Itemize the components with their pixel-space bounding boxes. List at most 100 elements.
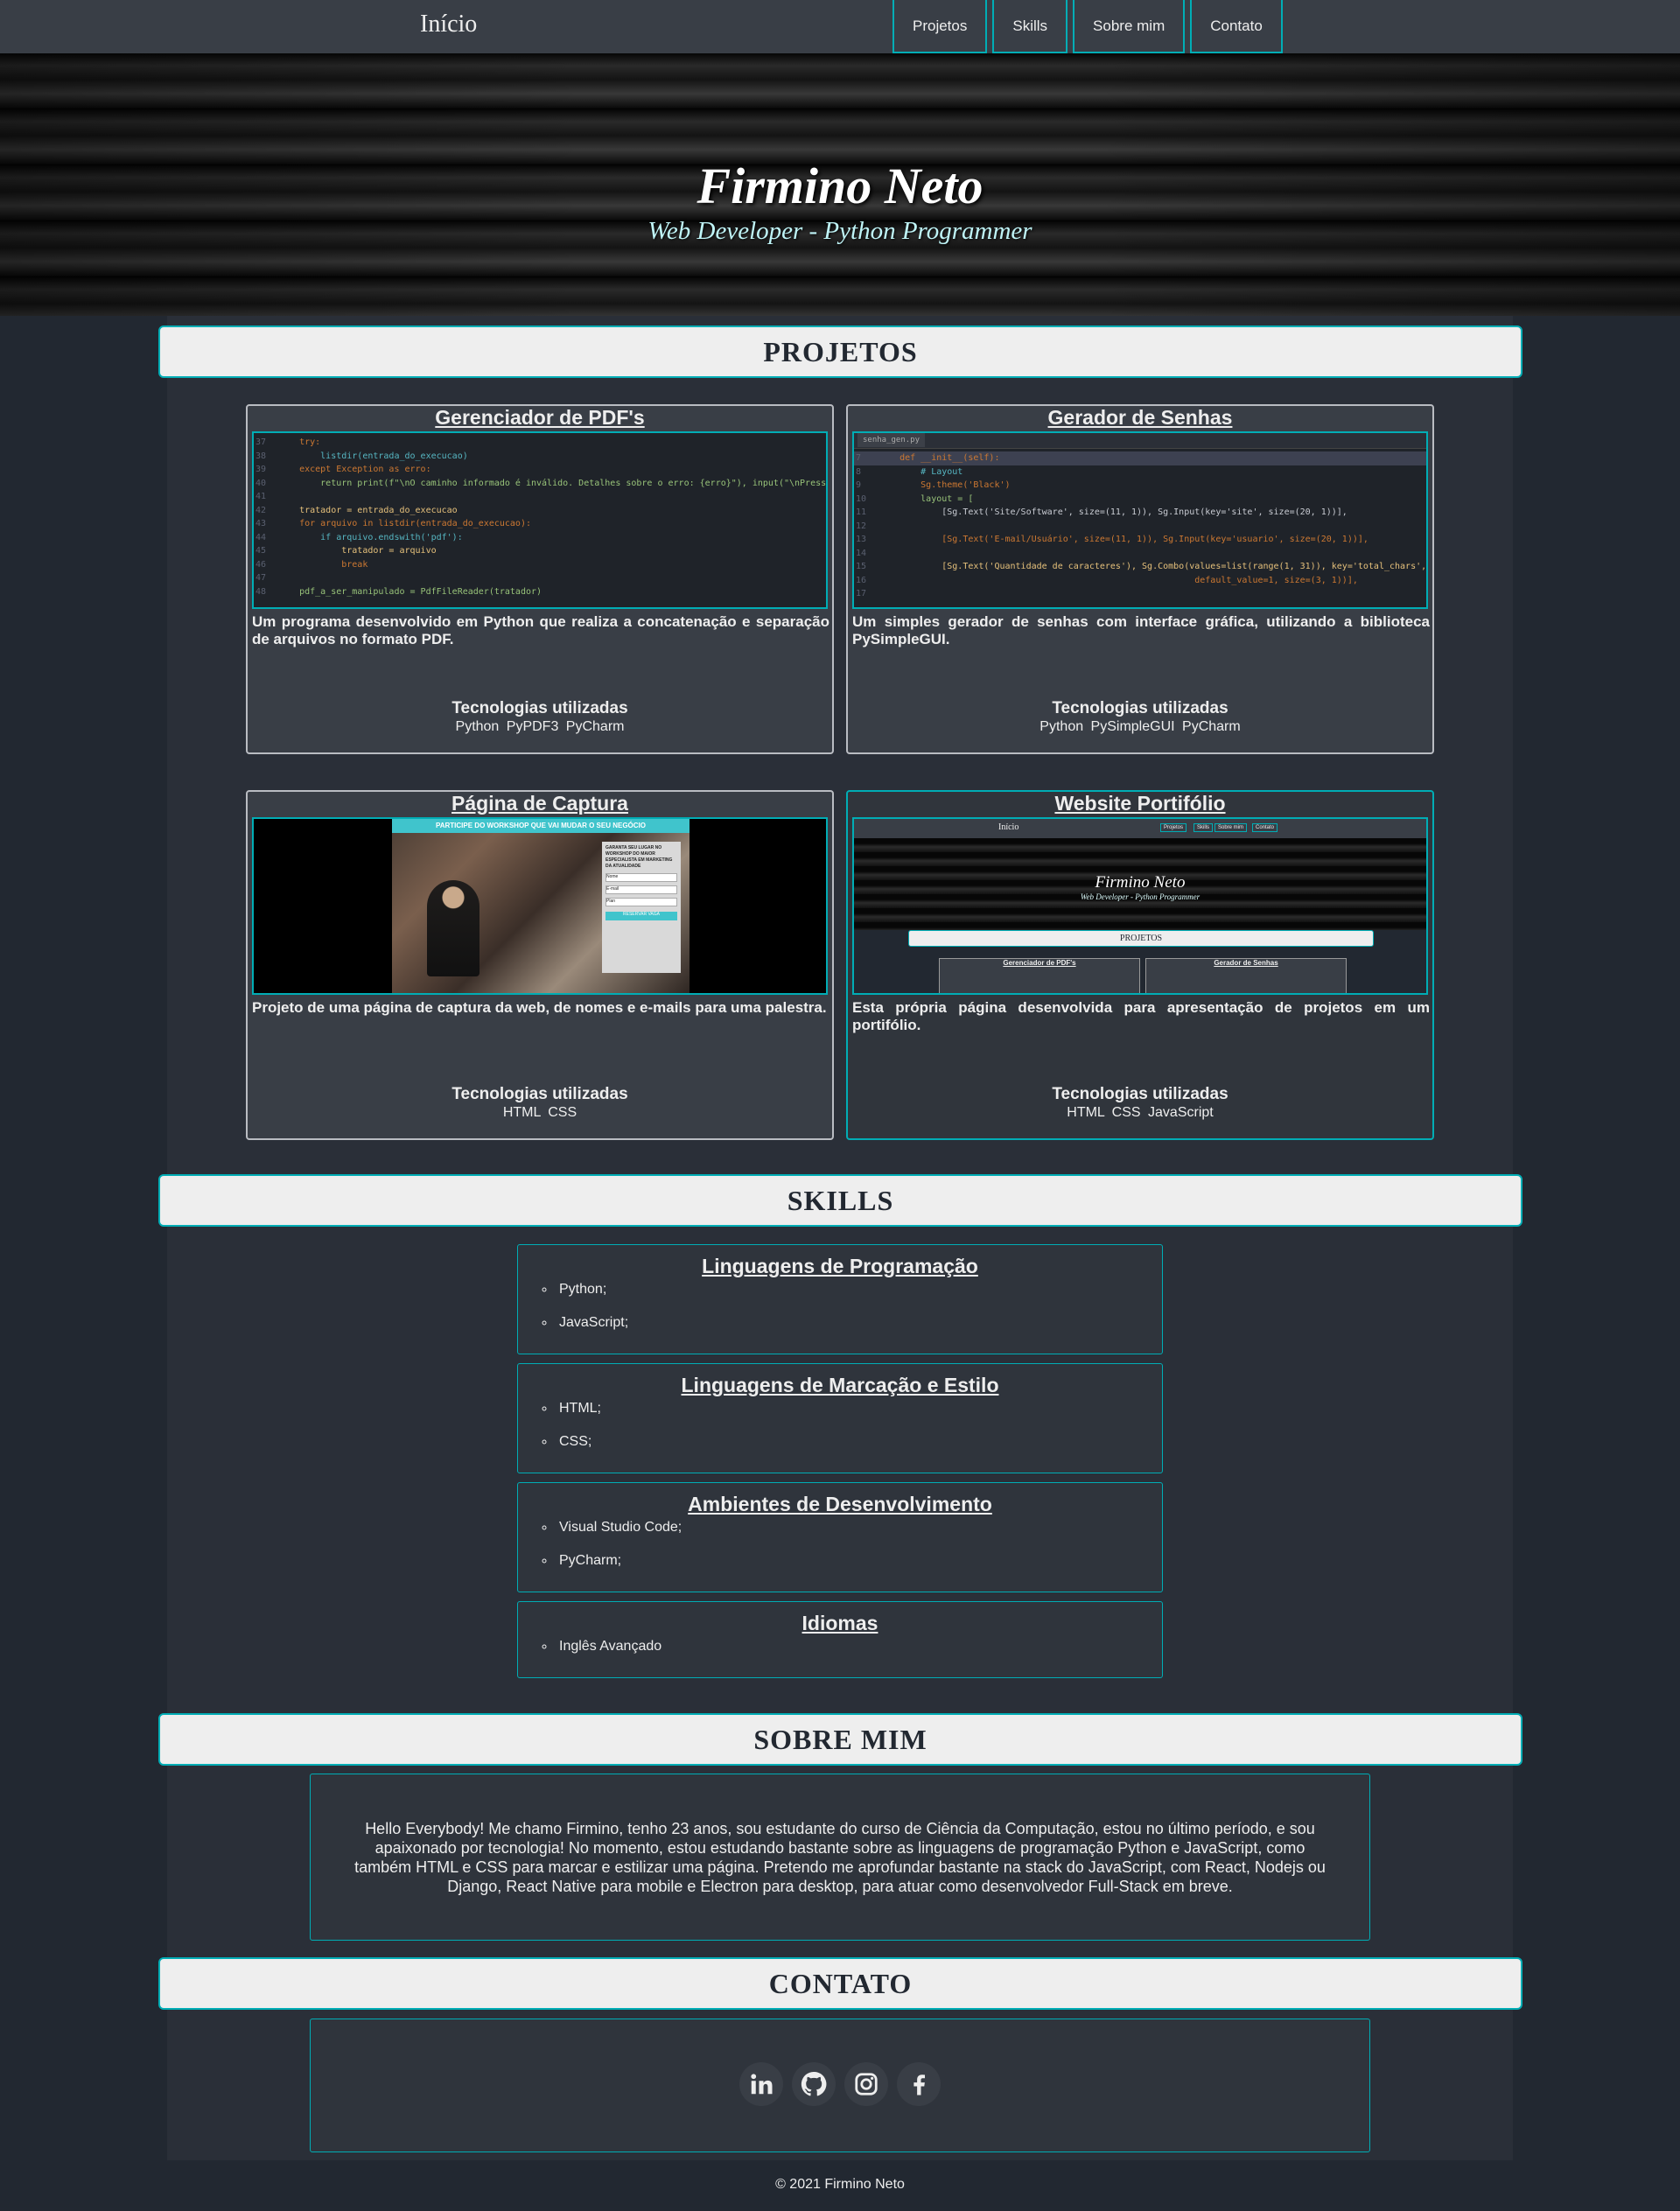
- code-snippet: 7 def __init__(self): 8 # Layout 9 Sg.them…: [854, 449, 1426, 601]
- skill-group-title: Idiomas: [802, 1612, 878, 1634]
- line-number: 16: [856, 575, 867, 585]
- project-screenshot-senhas: senha_gen.py 7 def __init__(self): 8 # La…: [852, 431, 1428, 609]
- code-text: def __init__(self):: [878, 453, 1000, 463]
- section-heading-contato: CONTATO: [158, 1957, 1522, 2010]
- skill-item: PyCharm;: [556, 1552, 1162, 1570]
- instagram-icon[interactable]: [844, 2062, 888, 2106]
- skill-item: Visual Studio Code;: [556, 1519, 1162, 1536]
- tech-list: HTML CSS: [502, 1105, 578, 1120]
- code-line: 15 [Sg.Text('Quantidade de caracteres'),…: [854, 560, 1426, 574]
- code-line: 39 except Exception as erro:: [254, 463, 826, 477]
- code-line: 43 for arquivo in listdir(entrada_do_exe…: [254, 517, 826, 531]
- nav-link-sobre-mim[interactable]: Sobre mim: [1073, 0, 1186, 53]
- line-number: 14: [856, 548, 867, 558]
- form-email-field: E-mail: [606, 885, 677, 894]
- skill-group-marcacao: Linguagens de Marcação e Estilo HTML; CS…: [517, 1363, 1163, 1473]
- nav-link-contato[interactable]: Contato: [1190, 0, 1283, 53]
- brand-home-link[interactable]: Início: [420, 10, 477, 38]
- project-title[interactable]: Gerador de Senhas: [848, 406, 1432, 430]
- line-number: 42: [256, 505, 267, 515]
- facebook-icon[interactable]: [897, 2062, 941, 2106]
- code-line: 40 return print(f"\nO caminho informado …: [254, 477, 826, 491]
- skill-group-title: Linguagens de Programação: [702, 1255, 978, 1277]
- capture-banner: PARTICIPE DO WORKSHOP QUE VAI MUDAR O SE…: [392, 819, 690, 833]
- skill-item: JavaScript;: [556, 1314, 1162, 1332]
- linkedin-icon[interactable]: [739, 2062, 783, 2106]
- skill-item: HTML;: [556, 1400, 1162, 1417]
- code-line: 37 try:: [254, 436, 826, 450]
- line-number: 39: [256, 465, 267, 474]
- project-description: Esta própria página desenvolvida para ap…: [852, 999, 1430, 1033]
- line-number: 15: [856, 562, 867, 571]
- project-description: Um simples gerador de senhas com interfa…: [852, 613, 1430, 647]
- form-select-field: Plan: [606, 898, 677, 906]
- form-name-field: Nome: [606, 873, 677, 882]
- code-text: break: [278, 559, 368, 570]
- project-card-senhas[interactable]: Gerador de Senhas senha_gen.py 7 def __i…: [846, 404, 1434, 754]
- line-number: 41: [256, 492, 267, 501]
- code-line: 47: [254, 571, 826, 585]
- tech-list: Python PySimpleGUI PyCharm: [1040, 719, 1241, 734]
- speaker-image: [427, 880, 480, 976]
- line-number: 48: [256, 586, 267, 597]
- line-number: 9: [856, 480, 862, 490]
- code-line: 44 if arquivo.endswith('pdf'):: [254, 531, 826, 545]
- skill-list: Python; JavaScript;: [556, 1281, 1162, 1332]
- github-icon[interactable]: [792, 2062, 836, 2106]
- line-number: 38: [256, 451, 267, 461]
- project-card-pdf[interactable]: Gerenciador de PDF's 37 try: 38 listdir(e…: [246, 404, 834, 754]
- line-number: 47: [256, 573, 267, 583]
- nav-link-skills[interactable]: Skills: [992, 0, 1068, 53]
- project-description: Projeto de uma página de captura da web,…: [252, 999, 827, 1016]
- code-line: 46 break: [254, 558, 826, 572]
- nav-links: Projetos Skills Sobre mim Contato: [892, 0, 1283, 53]
- hero-title: Firmino Neto: [696, 157, 984, 214]
- skill-item: Python;: [556, 1281, 1162, 1298]
- line-number: 7: [856, 453, 862, 463]
- skill-group-programacao: Linguagens de Programação Python; JavaSc…: [517, 1244, 1163, 1354]
- code-line: 12: [854, 520, 1426, 534]
- code-line: 10 layout = [: [854, 493, 1426, 507]
- line-number: 11: [856, 507, 867, 517]
- form-heading: GARANTA SEU LUGAR NO WORKSHOP DO MAIOR E…: [606, 845, 673, 869]
- code-text: try:: [278, 437, 321, 447]
- code-text: if arquivo.endswith('pdf'):: [278, 532, 463, 542]
- portfolio-preview-nav: Início Projetos Skills Sobre mim Contato: [854, 819, 1426, 838]
- skill-list: HTML; CSS;: [556, 1400, 1162, 1451]
- skill-group-title: Ambientes de Desenvolvimento: [688, 1493, 992, 1515]
- portfolio-preview-link: Projetos: [1160, 823, 1187, 832]
- portfolio-preview-subtitle: Web Developer - Python Programmer: [1080, 892, 1200, 901]
- contact-box: [310, 2019, 1370, 2152]
- top-navbar: Início Projetos Skills Sobre mim Contato: [0, 0, 1680, 53]
- capture-page-preview: PARTICIPE DO WORKSHOP QUE VAI MUDAR O SE…: [392, 819, 690, 993]
- line-number: 44: [256, 532, 267, 542]
- project-card-captura[interactable]: Página de Captura PARTICIPE DO WORKSHOP …: [246, 790, 834, 1140]
- code-text: Sg.theme('Black'): [878, 480, 1011, 490]
- code-text: [Sg.Text('E-mail/Usuário', size=(11, 1))…: [878, 535, 1368, 544]
- code-line: 14: [854, 547, 1426, 561]
- line-number: 40: [256, 478, 267, 488]
- line-number: 13: [856, 535, 867, 544]
- code-text: tratador = arquivo: [278, 546, 437, 556]
- project-title[interactable]: Página de Captura: [248, 792, 832, 815]
- editor-tab: senha_gen.py: [858, 433, 926, 447]
- section-heading-projetos: PROJETOS: [158, 325, 1522, 378]
- nav-link-projetos[interactable]: Projetos: [892, 0, 988, 53]
- line-number: 17: [856, 589, 867, 598]
- portfolio-preview-link: Sobre mim: [1214, 823, 1248, 832]
- code-line: 16 default_value=1, size=(3, 1))],: [854, 574, 1426, 588]
- project-title[interactable]: Website Portifólio: [848, 792, 1432, 815]
- portfolio-preview-brand: Início: [998, 822, 1019, 832]
- line-number: 8: [856, 466, 862, 477]
- skill-item: CSS;: [556, 1433, 1162, 1451]
- project-title[interactable]: Gerenciador de PDF's: [248, 406, 832, 430]
- code-text: [Sg.Text('Quantidade de caracteres'), Sg…: [878, 562, 1427, 571]
- portfolio-preview-section: PROJETOS: [908, 930, 1374, 947]
- project-screenshot-portfolio: Início Projetos Skills Sobre mim Contato…: [852, 817, 1428, 995]
- project-card-portfolio[interactable]: Website Portifólio Início Projetos Skill…: [846, 790, 1434, 1140]
- skill-group-title: Linguagens de Marcação e Estilo: [681, 1374, 999, 1396]
